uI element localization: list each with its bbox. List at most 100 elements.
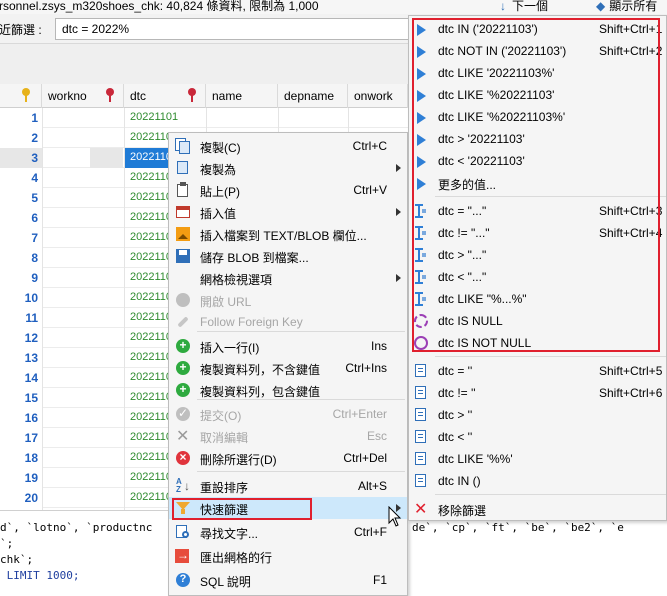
document-icon bbox=[414, 386, 428, 400]
quick-filter-item[interactable]: ✕ 移除篩選 bbox=[409, 498, 666, 520]
menu-item-label: 插入一行(I) bbox=[200, 341, 260, 355]
row-number[interactable]: 5 bbox=[0, 188, 42, 208]
row-number[interactable]: 4 bbox=[0, 168, 42, 188]
selected-cell-shade bbox=[90, 148, 123, 168]
context-menu-item: Follow Foreign Key bbox=[169, 311, 407, 333]
row-number[interactable]: 14 bbox=[0, 368, 42, 388]
context-menu-item: 開啟 URL bbox=[169, 289, 407, 311]
context-menu-item[interactable]: + 複製資料列，不含鍵值 Ctrl+Ins bbox=[169, 357, 407, 379]
menu-item-label: 複製(C) bbox=[200, 141, 241, 155]
save-icon bbox=[175, 248, 191, 264]
menu-item-label: 匯出網格的行 bbox=[200, 551, 273, 565]
context-menu-item[interactable]: 貼上(P) Ctrl+V bbox=[169, 179, 407, 201]
menu-separator bbox=[435, 494, 666, 495]
row-number[interactable]: 7 bbox=[0, 228, 42, 248]
dtc-cell[interactable]: 20221101 bbox=[124, 108, 206, 128]
context-menu-item[interactable]: 儲存 BLOB 到檔案... bbox=[169, 245, 407, 267]
context-menu-item[interactable]: 複製為 bbox=[169, 157, 407, 179]
foreign-key-icon bbox=[106, 88, 114, 102]
sort-icon: A Z ↓ bbox=[176, 477, 190, 494]
result-info-bar: rsonnel.zsys_m320shoes_chk: 40,824 條資料, … bbox=[0, 0, 667, 14]
menu-item-label: 重設排序 bbox=[200, 481, 249, 495]
menu-item-label: 刪除所選行(D) bbox=[200, 453, 277, 467]
context-menu-item[interactable]: × 刪除所選行(D) Ctrl+Del bbox=[169, 447, 407, 469]
row-number[interactable]: 8 bbox=[0, 248, 42, 268]
quick-filter-item[interactable]: dtc < '' bbox=[409, 426, 666, 448]
context-menu-item[interactable]: 插入檔案到 TEXT/BLOB 欄位... bbox=[169, 223, 407, 245]
next-label: 下一個 bbox=[512, 0, 549, 13]
context-menu-item[interactable]: 尋找文字... Ctrl+F bbox=[169, 521, 407, 543]
next-button[interactable]: ↓ 下一個 bbox=[500, 0, 548, 14]
add-row-icon: + bbox=[175, 338, 191, 354]
context-menu-item[interactable]: 網格檢視選項 bbox=[169, 267, 407, 289]
column-label: depname bbox=[284, 89, 335, 103]
filter-label: 近篩選 : bbox=[0, 23, 42, 37]
delete-icon: × bbox=[175, 450, 191, 466]
menu-item-label: 提交(O) bbox=[200, 409, 242, 423]
show-all-label: 顯示所有 bbox=[609, 0, 658, 13]
row-number[interactable]: 9 bbox=[0, 268, 42, 288]
quick-filter-item[interactable]: dtc IN () bbox=[409, 470, 666, 492]
row-number[interactable]: 15 bbox=[0, 388, 42, 408]
filter-item-label: dtc < '' bbox=[438, 430, 473, 444]
show-all-button[interactable]: ◆ 顯示所有 bbox=[596, 0, 657, 14]
quick-filter-item[interactable]: dtc > '' bbox=[409, 404, 666, 426]
quick-filter-item[interactable]: dtc != '' Shift+Ctrl+6 bbox=[409, 382, 666, 404]
copy-icon bbox=[175, 138, 191, 154]
column-header-name[interactable]: name bbox=[206, 84, 278, 108]
highlight-box bbox=[172, 498, 312, 520]
menu-item-label: 插入值 bbox=[200, 207, 237, 221]
filter-item-label: dtc = '' bbox=[438, 364, 473, 378]
context-menu-item[interactable]: A Z ↓ 重設排序 Alt+S bbox=[169, 475, 407, 497]
submenu-arrow-icon bbox=[396, 164, 401, 172]
paste-icon bbox=[175, 182, 191, 198]
menu-item-label: 取消編輯 bbox=[200, 431, 249, 445]
row-number[interactable]: 13 bbox=[0, 348, 42, 368]
row-number[interactable]: 6 bbox=[0, 208, 42, 228]
quick-filter-item[interactable]: dtc = '' Shift+Ctrl+5 bbox=[409, 360, 666, 382]
sql-line: `; bbox=[0, 537, 14, 550]
row-number[interactable]: 12 bbox=[0, 328, 42, 348]
menu-item-label: 複製資料列，包含鍵值 bbox=[200, 385, 321, 399]
context-menu-item: ✕ 取消編輯 Esc bbox=[169, 425, 407, 447]
image-file-icon bbox=[175, 226, 191, 242]
context-menu-item[interactable]: 插入值 bbox=[169, 201, 407, 223]
context-menu-item[interactable]: 複製(C) Ctrl+C bbox=[169, 135, 407, 157]
menu-separator bbox=[435, 356, 666, 357]
menu-item-shortcut: Ctrl+Enter bbox=[332, 407, 387, 421]
menu-separator bbox=[197, 471, 405, 472]
row-number[interactable]: 20 bbox=[0, 488, 42, 508]
row-number[interactable]: 1 bbox=[0, 108, 42, 128]
row-number[interactable]: 17 bbox=[0, 428, 42, 448]
menu-item-shortcut: Ctrl+C bbox=[352, 139, 387, 153]
row-number[interactable]: 16 bbox=[0, 408, 42, 428]
grid-context-menu: 複製(C) Ctrl+C 複製為貼上(P) Ctrl+V 插入值插入檔案到 TEXT/B… bbox=[168, 132, 408, 596]
row-number[interactable]: 2 bbox=[0, 128, 42, 148]
menu-item-label: 複製為 bbox=[200, 163, 237, 177]
context-menu-item[interactable]: + 插入一行(I) Ins bbox=[169, 335, 407, 357]
row-number[interactable]: 18 bbox=[0, 448, 42, 468]
column-header-workno[interactable]: workno bbox=[42, 84, 124, 108]
calendar-icon bbox=[175, 204, 191, 220]
sql-line: d`, `lotno`, `productnc bbox=[0, 521, 153, 534]
row-number[interactable]: 3 bbox=[0, 148, 42, 168]
column-header-onwork[interactable]: onwork bbox=[348, 84, 408, 108]
duplicate-row-icon: + bbox=[175, 360, 191, 376]
column-label: dtc bbox=[130, 89, 147, 103]
row-number[interactable]: 19 bbox=[0, 468, 42, 488]
menu-item-label: 複製資料列，不含鍵值 bbox=[200, 363, 321, 377]
help-icon: ? bbox=[175, 572, 191, 588]
column-header-depname[interactable]: depname bbox=[278, 84, 348, 108]
sql-line: de`, `cp`, `ft`, `be`, `be2`, `e bbox=[412, 521, 624, 534]
submenu-arrow-icon bbox=[396, 208, 401, 216]
column-header-dtc[interactable]: dtc bbox=[124, 84, 206, 108]
link-icon bbox=[175, 314, 191, 330]
row-number[interactable]: 10 bbox=[0, 288, 42, 308]
quick-filter-item[interactable]: dtc LIKE '%%' bbox=[409, 448, 666, 470]
context-menu-item[interactable]: ? SQL 說明 F1 bbox=[169, 569, 407, 591]
context-menu-item[interactable]: → 匯出網格的行 bbox=[169, 545, 407, 567]
menu-item-shortcut: Ctrl+F bbox=[354, 525, 387, 539]
show-all-icon: ◆ bbox=[596, 0, 606, 13]
row-number[interactable]: 11 bbox=[0, 308, 42, 328]
context-menu-item[interactable]: + 複製資料列，包含鍵值 bbox=[169, 379, 407, 401]
